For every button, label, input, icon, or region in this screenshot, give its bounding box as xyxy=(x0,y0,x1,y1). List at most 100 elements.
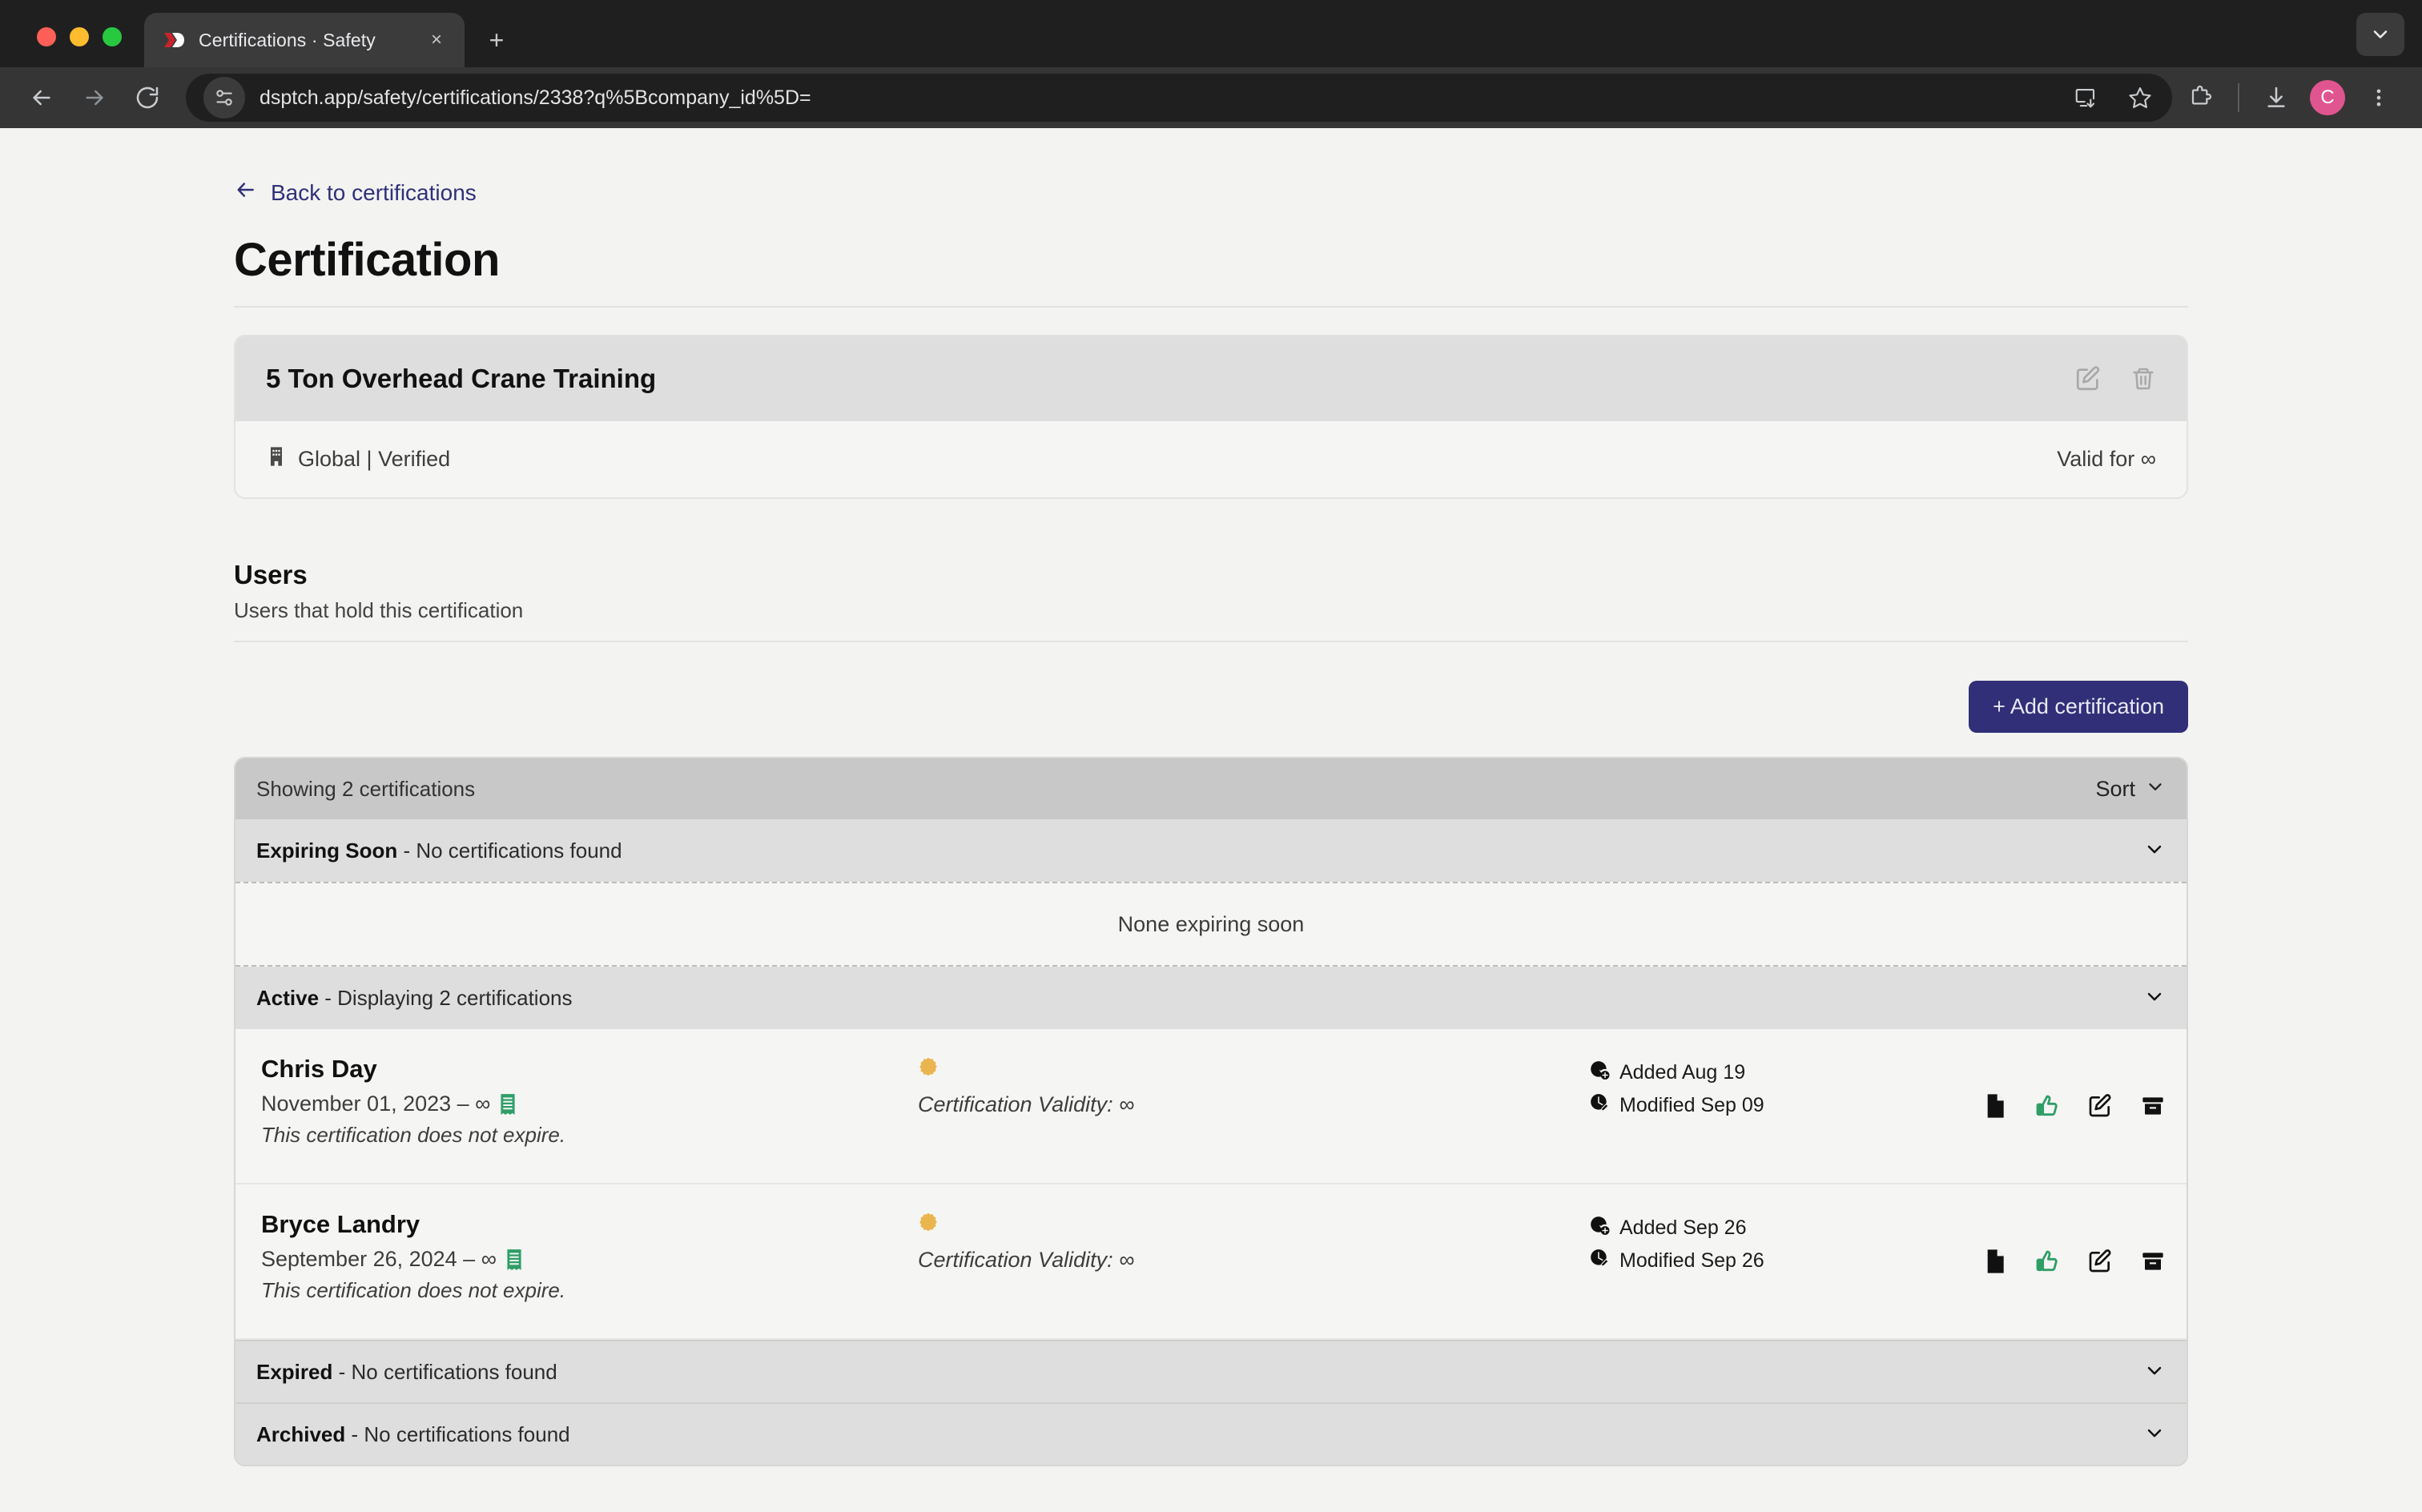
site-info-icon[interactable] xyxy=(203,77,245,119)
sort-label: Sort xyxy=(2095,776,2135,801)
window-traffic-lights[interactable] xyxy=(24,27,122,67)
archive-row-icon[interactable] xyxy=(2140,1093,2166,1119)
group-summary: - No certifications found xyxy=(345,1422,570,1446)
downloads-icon[interactable] xyxy=(2252,74,2300,122)
clock-edit-icon xyxy=(1589,1248,1610,1274)
certification-scope: Global | Verified xyxy=(266,445,450,473)
dispatch-logo-icon xyxy=(162,28,186,52)
row-validity-column: Certification Validity: ∞ xyxy=(918,1055,1589,1117)
chevron-down-icon[interactable] xyxy=(2356,13,2404,56)
view-document-icon[interactable] xyxy=(1983,1249,2007,1274)
row-timestamps-column: Added Sep 26 Modified Sep 26 xyxy=(1589,1210,1925,1281)
group-summary: - No certifications found xyxy=(332,1359,557,1384)
close-window-button[interactable] xyxy=(37,27,56,46)
row-actions xyxy=(1925,1249,2166,1274)
modified-stamp: Modified Sep 09 xyxy=(1589,1092,1925,1119)
row-actions xyxy=(1925,1093,2166,1119)
add-certification-button[interactable]: + Add certification xyxy=(1969,681,2188,733)
added-label: Added Aug 19 xyxy=(1619,1061,1746,1084)
group-header-expired[interactable]: Expired - No certifications found xyxy=(235,1340,2187,1402)
edit-row-icon[interactable] xyxy=(2087,1093,2113,1119)
users-title: Users xyxy=(234,560,308,589)
row-timestamps-column: Added Aug 19 Modified Sep 09 xyxy=(1589,1055,1925,1125)
row-date-range: November 01, 2023 – ∞ xyxy=(261,1092,918,1116)
page-content: Back to certifications Certification 5 T… xyxy=(234,128,2188,1466)
reload-icon[interactable] xyxy=(123,74,171,122)
extensions-icon[interactable] xyxy=(2177,74,2225,122)
install-app-icon[interactable] xyxy=(2062,74,2110,122)
tab-strip: Certifications · Safety × + xyxy=(0,0,2422,67)
delete-certification-icon[interactable] xyxy=(2130,366,2156,392)
group-label: Expiring Soon - No certifications found xyxy=(256,838,622,863)
forward-icon[interactable] xyxy=(70,74,119,122)
profile-avatar[interactable]: C xyxy=(2310,80,2345,115)
row-user-column: Chris Day November 01, 2023 – ∞ This cer… xyxy=(261,1055,918,1148)
toolbar-divider xyxy=(2238,83,2239,112)
user-name: Bryce Landry xyxy=(261,1210,420,1238)
group-label: Archived - No certifications found xyxy=(256,1422,570,1447)
minimize-window-button[interactable] xyxy=(70,27,89,46)
back-to-certifications-link[interactable]: Back to certifications xyxy=(234,179,477,206)
table-row[interactable]: Chris Day November 01, 2023 – ∞ This cer… xyxy=(235,1029,2187,1184)
empty-expiring-soon: None expiring soon xyxy=(235,882,2187,967)
clock-edit-icon xyxy=(1589,1092,1610,1119)
added-stamp: Added Sep 26 xyxy=(1589,1215,1925,1241)
arrow-left-icon xyxy=(234,179,258,206)
row-validity-label: Certification Validity: ∞ xyxy=(918,1248,1135,1272)
table-row[interactable]: Bryce Landry September 26, 2024 – ∞ This… xyxy=(235,1184,2187,1340)
users-subtitle: Users that hold this certification xyxy=(234,598,2188,642)
back-link-label: Back to certifications xyxy=(271,179,477,205)
page-title: Certification xyxy=(234,233,2188,308)
approve-thumbs-up-icon[interactable] xyxy=(2034,1249,2060,1274)
view-document-icon[interactable] xyxy=(1983,1093,2007,1119)
close-tab-button[interactable]: × xyxy=(423,26,450,54)
archive-row-icon[interactable] xyxy=(2140,1249,2166,1274)
new-tab-button[interactable]: + xyxy=(477,21,516,59)
sort-button[interactable]: Sort xyxy=(2095,776,2166,802)
group-header-active[interactable]: Active - Displaying 2 certifications xyxy=(235,967,2187,1029)
maximize-window-button[interactable] xyxy=(103,27,122,46)
certification-name: 5 Ton Overhead Crane Training xyxy=(266,364,657,393)
group-header-expiring-soon[interactable]: Expiring Soon - No certifications found xyxy=(235,819,2187,882)
row-validity-label: Certification Validity: ∞ xyxy=(918,1092,1135,1116)
chevron-down-icon[interactable] xyxy=(2143,985,2166,1011)
chevron-down-icon[interactable] xyxy=(2143,1359,2166,1385)
clock-plus-icon xyxy=(1589,1060,1610,1086)
page-viewport: Back to certifications Certification 5 T… xyxy=(0,128,2422,1512)
group-header-archived[interactable]: Archived - No certifications found xyxy=(235,1402,2187,1465)
approve-thumbs-up-icon[interactable] xyxy=(2034,1093,2060,1119)
group-label: Active - Displaying 2 certifications xyxy=(256,986,573,1011)
url-text: dsptch.app/safety/certifications/2338?q%… xyxy=(260,86,811,109)
tab-title: Certifications · Safety xyxy=(199,29,376,50)
modified-label: Modified Sep 26 xyxy=(1619,1249,1764,1272)
row-validity-column: Certification Validity: ∞ xyxy=(918,1210,1589,1273)
certification-card-actions xyxy=(2074,365,2156,392)
edit-certification-icon[interactable] xyxy=(2074,365,2102,392)
showing-count-label: Showing 2 certifications xyxy=(256,776,476,801)
list-toolbar: Showing 2 certifications Sort xyxy=(235,758,2187,819)
status-badge xyxy=(918,1056,1589,1081)
edit-row-icon[interactable] xyxy=(2087,1249,2113,1274)
add-certification-row: + Add certification xyxy=(234,645,2188,757)
group-summary: - No certifications found xyxy=(397,838,622,863)
clock-plus-icon xyxy=(1589,1215,1610,1241)
building-icon xyxy=(266,445,287,473)
browser-window: Certifications · Safety × + dsptch.app/s… xyxy=(0,0,2422,1512)
address-bar[interactable]: dsptch.app/safety/certifications/2338?q%… xyxy=(186,74,2172,122)
row-user-column: Bryce Landry September 26, 2024 – ∞ This… xyxy=(261,1210,918,1303)
chevron-down-icon[interactable] xyxy=(2143,1422,2166,1448)
browser-tab[interactable]: Certifications · Safety × xyxy=(144,13,465,67)
certification-validity: Valid for ∞ xyxy=(2057,447,2156,471)
bookmark-star-icon[interactable] xyxy=(2116,74,2164,122)
certificate-document-icon[interactable] xyxy=(506,1249,522,1270)
group-title: Active xyxy=(256,985,320,1010)
certification-card-header: 5 Ton Overhead Crane Training xyxy=(235,336,2187,421)
certification-card-body: Global | Verified Valid for ∞ xyxy=(235,421,2187,497)
row-note: This certification does not expire. xyxy=(261,1123,566,1147)
date-range-label: September 26, 2024 – ∞ xyxy=(261,1247,497,1271)
chevron-down-icon[interactable] xyxy=(2143,838,2166,864)
back-icon[interactable] xyxy=(18,74,66,122)
chrome-menu-icon[interactable] xyxy=(2355,74,2403,122)
chevron-down-icon xyxy=(2145,776,2166,802)
certificate-document-icon[interactable] xyxy=(500,1093,516,1115)
